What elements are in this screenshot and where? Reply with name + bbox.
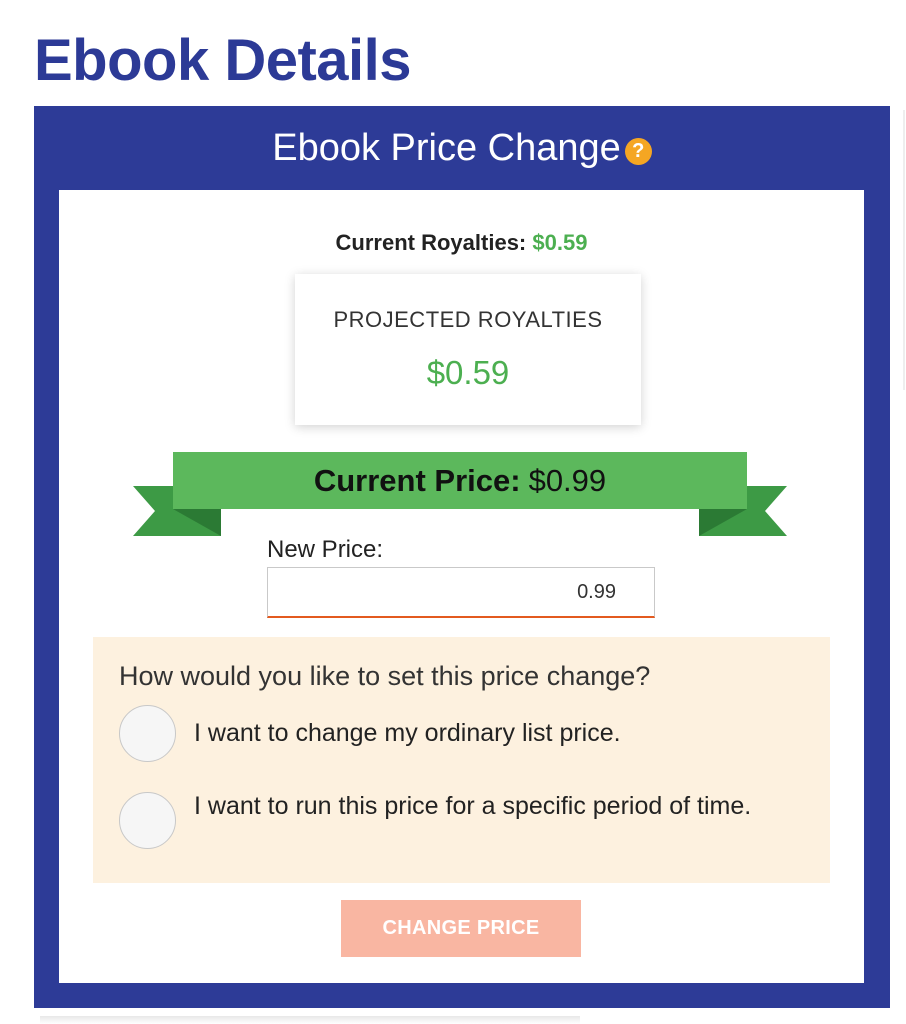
current-royalties-label: Current Royalties: [335, 230, 527, 255]
current-royalties-value: $0.59 [532, 230, 588, 255]
current-price-value: $0.99 [528, 462, 607, 498]
panel-header: Ebook Price Change ? [34, 106, 890, 190]
current-royalties: Current Royalties: $0.59 [59, 230, 864, 256]
bottom-divider [40, 1016, 580, 1024]
current-price: Current Price: $0.99 [133, 452, 787, 509]
help-icon[interactable]: ? [624, 137, 652, 165]
projected-royalties-value: $0.59 [426, 354, 510, 391]
panel-body: Current Royalties: $0.59 PROJECTED ROYAL… [59, 190, 864, 983]
option-specific-period-label[interactable]: I want to run this price for a specific … [194, 790, 754, 823]
option-list-price-label[interactable]: I want to change my ordinary list price. [194, 717, 754, 750]
panel-title: Ebook Price Change [272, 126, 621, 169]
current-price-ribbon: Current Price: $0.99 [133, 452, 787, 542]
option-specific-period[interactable]: I want to run this price for a specific … [119, 792, 754, 849]
current-price-label: Current Price: [313, 462, 521, 498]
page-title: Ebook Details [34, 28, 412, 93]
projected-royalties-label: PROJECTED ROYALTIES [333, 307, 603, 332]
radio-specific-period[interactable] [119, 792, 176, 849]
change-price-button[interactable]: CHANGE PRICE [341, 900, 581, 957]
price-change-options: How would you like to set this price cha… [93, 637, 830, 883]
new-price-input[interactable] [267, 567, 655, 618]
edge-divider [903, 110, 905, 390]
page: Ebook Details Ebook Price Change ? Curre… [0, 0, 906, 1024]
option-list-price[interactable]: I want to change my ordinary list price. [119, 705, 754, 762]
projected-royalties-card: PROJECTED ROYALTIES $0.59 [295, 274, 641, 425]
radio-list-price[interactable] [119, 705, 176, 762]
new-price-label: New Price: [267, 536, 384, 563]
options-question: How would you like to set this price cha… [119, 661, 651, 691]
price-change-panel: Ebook Price Change ? Current Royalties: … [34, 106, 890, 1008]
